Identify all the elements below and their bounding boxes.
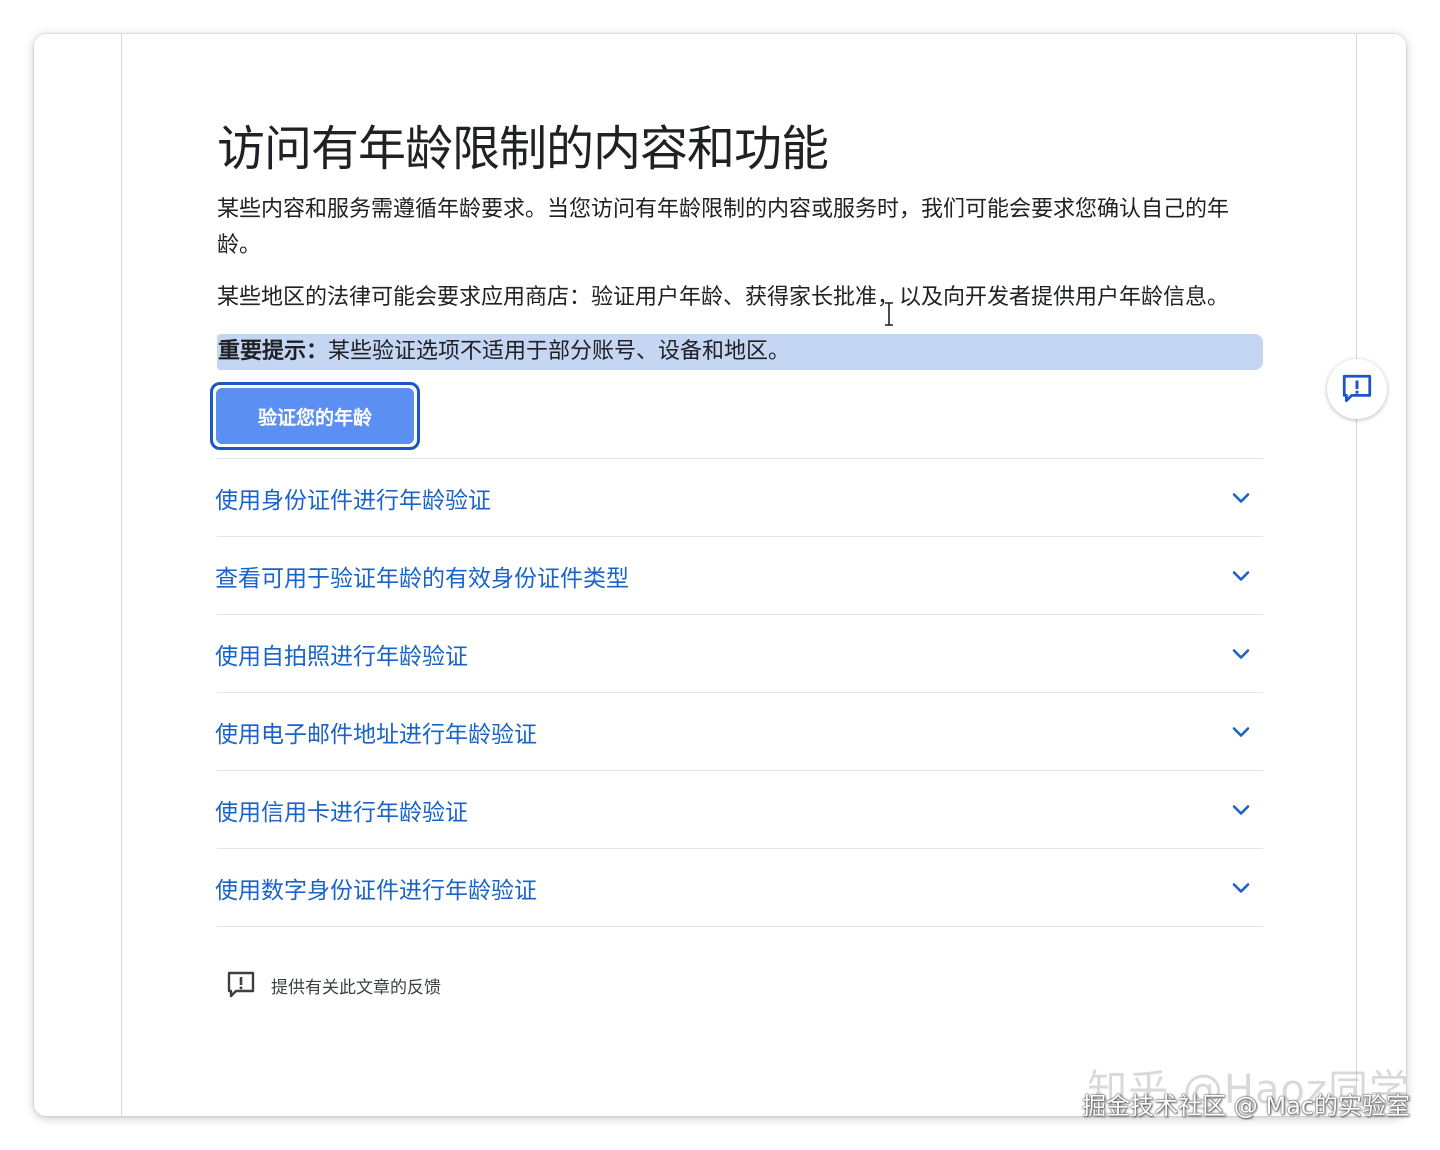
verify-button-focus-ring: 验证您的年龄: [210, 382, 420, 450]
accordion-item-label: 使用自拍照进行年龄验证: [215, 643, 468, 670]
watermark-juejin: 掘金技术社区 @ Mac的实验室: [1082, 1092, 1410, 1120]
article-content: 访问有年龄限制的内容和功能 某些内容和服务需遵循年龄要求。当您访问有年龄限制的内…: [210, 118, 1263, 1001]
notice-label: 重要提示：: [218, 339, 329, 364]
feedback-icon: [1342, 374, 1372, 403]
verification-options-accordion: 使用身份证件进行年龄验证 查看可用于验证年龄的有效身份证件类型 使用自拍照进行年…: [215, 458, 1263, 927]
accordion-item-credit-card-verification[interactable]: 使用信用卡进行年龄验证: [215, 771, 1263, 849]
accordion-item-digital-id-verification[interactable]: 使用数字身份证件进行年龄验证: [215, 849, 1263, 927]
accordion-item-label: 使用电子邮件地址进行年龄验证: [215, 721, 537, 748]
content-border-right: [1356, 34, 1357, 1116]
chevron-down-icon: [1232, 882, 1250, 893]
feedback-label: 提供有关此文章的反馈: [271, 977, 441, 998]
chevron-down-icon: [1232, 492, 1250, 503]
feedback-icon: [227, 971, 255, 998]
notice-text: 某些验证选项不适用于部分账号、设备和地区。: [328, 339, 791, 364]
accordion-item-label: 使用数字身份证件进行年龄验证: [215, 877, 537, 904]
accordion-item-label: 使用信用卡进行年龄验证: [215, 799, 468, 826]
chevron-down-icon: [1232, 726, 1250, 737]
article-feedback-link[interactable]: 提供有关此文章的反馈: [225, 969, 1263, 1001]
intro-paragraph: 某些内容和服务需遵循年龄要求。当您访问有年龄限制的内容或服务时，我们可能会要求您…: [217, 197, 1230, 258]
verify-age-button[interactable]: 验证您的年龄: [216, 388, 414, 444]
accordion-item-label: 查看可用于验证年龄的有效身份证件类型: [215, 565, 629, 592]
chevron-down-icon: [1232, 648, 1250, 659]
accordion-item-email-verification[interactable]: 使用电子邮件地址进行年龄验证: [215, 693, 1263, 771]
accordion-item-label: 使用身份证件进行年龄验证: [215, 487, 491, 514]
browser-window: 访问有年龄限制的内容和功能 某些内容和服务需遵循年龄要求。当您访问有年龄限制的内…: [34, 34, 1406, 1116]
text-cursor-icon: [885, 302, 893, 326]
floating-feedback-button[interactable]: [1327, 359, 1387, 419]
chevron-down-icon: [1232, 804, 1250, 815]
law-paragraph: 某些地区的法律可能会要求应用商店：验证用户年龄、获得家长批准，以及向开发者提供用…: [217, 285, 1230, 310]
page-title: 访问有年龄限制的内容和功能: [217, 121, 829, 177]
important-notice: 重要提示：某些验证选项不适用于部分账号、设备和地区。: [217, 334, 1263, 370]
chevron-down-icon: [1232, 570, 1250, 581]
content-border-left: [121, 34, 122, 1116]
accordion-item-valid-id-types[interactable]: 查看可用于验证年龄的有效身份证件类型: [215, 537, 1263, 615]
watermark: 知乎 @Haoz同学 掘金技术社区 @ Mac的实验室: [1082, 1070, 1410, 1120]
accordion-item-selfie-verification[interactable]: 使用自拍照进行年龄验证: [215, 615, 1263, 693]
accordion-item-id-verification[interactable]: 使用身份证件进行年龄验证: [215, 459, 1263, 537]
